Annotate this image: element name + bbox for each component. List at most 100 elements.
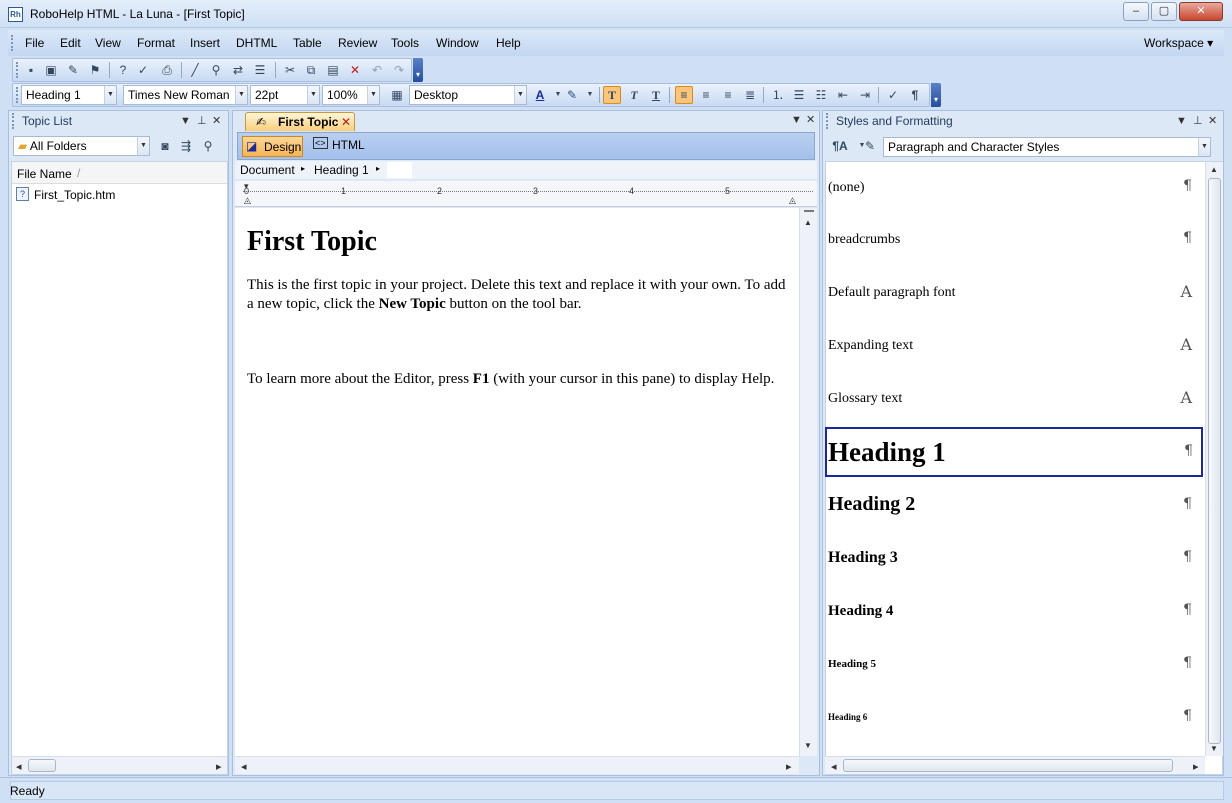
numbered-list-icon[interactable]: ⒈ bbox=[769, 86, 787, 104]
style-item-glossary-text[interactable]: Glossary text A bbox=[828, 375, 1200, 427]
scroll-down-icon[interactable]: ▼ bbox=[804, 741, 812, 750]
font-family-select[interactable]: Times New Roman ▼ bbox=[123, 85, 248, 105]
editor-document[interactable]: First Topic This is the first topic in y… bbox=[235, 208, 799, 756]
maximize-button[interactable]: ▢ bbox=[1151, 2, 1177, 21]
show-marks-icon[interactable]: ¶ bbox=[906, 86, 924, 104]
file-name-column-header[interactable]: File Name / bbox=[12, 162, 227, 184]
scroll-thumb[interactable] bbox=[843, 759, 1173, 772]
zoom-select[interactable]: 100% ▼ bbox=[322, 85, 380, 105]
document-paragraph[interactable]: To learn more about the Editor, press F1… bbox=[247, 370, 792, 389]
pin-icon[interactable]: ⊥ bbox=[1193, 111, 1203, 131]
toolbar-grip[interactable] bbox=[16, 87, 19, 103]
split-handle-icon[interactable] bbox=[804, 210, 814, 212]
scroll-right-icon[interactable]: ▸ bbox=[216, 760, 222, 773]
align-left-icon[interactable]: ≡ bbox=[675, 86, 693, 104]
close-pane-icon[interactable]: ✕ bbox=[1208, 111, 1217, 131]
style-item-breadcrumbs[interactable]: breadcrumbs ¶ bbox=[828, 216, 1200, 268]
ruler[interactable]: ▾ 0 1 2 3 4 5 ◬ ◬ bbox=[235, 181, 817, 207]
topic-properties-icon[interactable]: ◙ bbox=[156, 137, 174, 155]
file-list-item[interactable]: ? First_Topic.htm bbox=[12, 185, 227, 204]
pane-menu-icon[interactable]: ▼ bbox=[1176, 111, 1187, 131]
styles-vscrollbar[interactable]: ▲ ▼ bbox=[1205, 162, 1223, 756]
editor-hscrollbar[interactable]: ◂ ▸ bbox=[235, 756, 799, 774]
menu-edit[interactable]: Edit bbox=[60, 36, 81, 50]
breadcrumb-heading-1[interactable]: Heading 1 bbox=[314, 163, 369, 177]
replace-icon[interactable]: ⇄ bbox=[229, 61, 247, 79]
bold-button[interactable]: T bbox=[603, 86, 621, 104]
pane-grip[interactable] bbox=[826, 113, 829, 129]
menu-review[interactable]: Review bbox=[338, 36, 377, 50]
right-indent-marker-icon[interactable]: ◬ bbox=[789, 195, 796, 206]
menu-view[interactable]: View bbox=[95, 36, 121, 50]
close-window-button[interactable]: ✕ bbox=[1179, 2, 1223, 21]
pen-icon[interactable]: ╱ bbox=[186, 61, 204, 79]
cut-icon[interactable]: ✂ bbox=[281, 61, 299, 79]
scroll-left-icon[interactable]: ◂ bbox=[831, 760, 837, 773]
properties-icon[interactable]: ☰ bbox=[251, 61, 269, 79]
tab-list-icon[interactable]: ▼ bbox=[791, 114, 802, 126]
chevron-down-icon[interactable]: ▼ bbox=[367, 86, 379, 104]
close-tab-icon[interactable]: ✕ bbox=[341, 115, 351, 129]
outline-list-icon[interactable]: ☷ bbox=[812, 86, 830, 104]
scroll-left-icon[interactable]: ◂ bbox=[16, 760, 22, 773]
menu-insert[interactable]: Insert bbox=[190, 36, 220, 50]
scroll-thumb[interactable] bbox=[1208, 178, 1221, 744]
scroll-down-icon[interactable]: ▼ bbox=[1210, 744, 1218, 753]
editor-vscrollbar[interactable]: ▲ ▼ bbox=[799, 208, 817, 756]
menu-window[interactable]: Window bbox=[436, 36, 479, 50]
document-heading[interactable]: First Topic bbox=[247, 226, 377, 258]
smart-index-icon[interactable]: ✎ bbox=[64, 61, 82, 79]
menu-file[interactable]: File bbox=[25, 36, 44, 50]
pin-icon[interactable]: ⊥ bbox=[197, 111, 207, 131]
scroll-left-icon[interactable]: ◂ bbox=[241, 760, 247, 773]
toolbar-grip[interactable] bbox=[16, 62, 19, 78]
close-pane-icon[interactable]: ✕ bbox=[212, 111, 221, 131]
scroll-thumb[interactable] bbox=[28, 759, 56, 772]
scroll-up-icon[interactable]: ▲ bbox=[1210, 165, 1218, 174]
chevron-down-icon[interactable]: ▼ bbox=[235, 86, 247, 104]
compile-icon[interactable]: ⚑ bbox=[86, 61, 104, 79]
increase-indent-icon[interactable]: ⇥ bbox=[856, 86, 874, 104]
decrease-indent-icon[interactable]: ⇤ bbox=[834, 86, 852, 104]
spelling-icon[interactable]: ✓ bbox=[134, 61, 152, 79]
style-item-expanding-text[interactable]: Expanding text A bbox=[828, 322, 1200, 374]
save-icon[interactable]: ▪ bbox=[22, 61, 40, 79]
delete-icon[interactable]: ✕ bbox=[346, 61, 364, 79]
close-document-icon[interactable]: ✕ bbox=[806, 113, 815, 126]
document-paragraph[interactable]: This is the first topic in your project.… bbox=[247, 276, 792, 314]
menu-grip[interactable] bbox=[11, 35, 14, 51]
scroll-right-icon[interactable]: ▸ bbox=[1193, 760, 1199, 773]
breadcrumb-document[interactable]: Document bbox=[240, 163, 295, 177]
align-right-icon[interactable]: ≡ bbox=[719, 86, 737, 104]
scroll-right-icon[interactable]: ▸ bbox=[786, 760, 792, 773]
pane-grip[interactable] bbox=[12, 113, 15, 129]
font-size-select[interactable]: 22pt ▼ bbox=[250, 85, 320, 105]
style-item-default-paragraph-font[interactable]: Default paragraph font A bbox=[828, 269, 1200, 321]
style-item-heading-2[interactable]: Heading 2 ¶ bbox=[828, 480, 1200, 532]
design-view-button[interactable]: ◪ Design bbox=[242, 136, 303, 157]
justify-icon[interactable]: ≣ bbox=[741, 86, 759, 104]
menu-help[interactable]: Help bbox=[496, 36, 521, 50]
scroll-up-icon[interactable]: ▲ bbox=[804, 218, 812, 227]
paragraph-style-select[interactable]: Heading 1 ▼ bbox=[21, 85, 117, 105]
chevron-down-icon[interactable]: ▼ bbox=[137, 137, 149, 155]
pane-menu-icon[interactable]: ▼ bbox=[180, 111, 191, 131]
menu-tools[interactable]: Tools bbox=[391, 36, 419, 50]
style-item-none[interactable]: (none) ¶ bbox=[828, 164, 1200, 216]
style-item-heading-3[interactable]: Heading 3 ¶ bbox=[828, 534, 1200, 586]
minimize-button[interactable]: – bbox=[1123, 2, 1149, 21]
style-item-heading-4[interactable]: Heading 4 ¶ bbox=[828, 587, 1200, 639]
topic-list-hscrollbar[interactable]: ◂ ▸ bbox=[12, 756, 227, 774]
screen-profile-select[interactable]: Desktop ▼ bbox=[409, 85, 527, 105]
tab-first-topic[interactable]: ✍ First Topic ✕ bbox=[245, 112, 355, 131]
screen-profile-icon[interactable]: ▦ bbox=[388, 86, 406, 104]
chevron-down-icon[interactable]: ▼ bbox=[581, 86, 599, 104]
find-icon[interactable]: ⚲ bbox=[207, 61, 225, 79]
toolbar-overflow-chevron-icon[interactable]: ▾ bbox=[931, 83, 941, 107]
print-icon[interactable]: ⎙ bbox=[158, 61, 176, 79]
chevron-down-icon[interactable]: ▼ bbox=[514, 86, 526, 104]
chevron-down-icon[interactable]: ▼ bbox=[307, 86, 319, 104]
underline-button[interactable]: T bbox=[647, 86, 665, 104]
styles-hscrollbar[interactable]: ◂ ▸ bbox=[825, 756, 1205, 774]
spell-check-icon[interactable]: ✓ bbox=[884, 86, 902, 104]
